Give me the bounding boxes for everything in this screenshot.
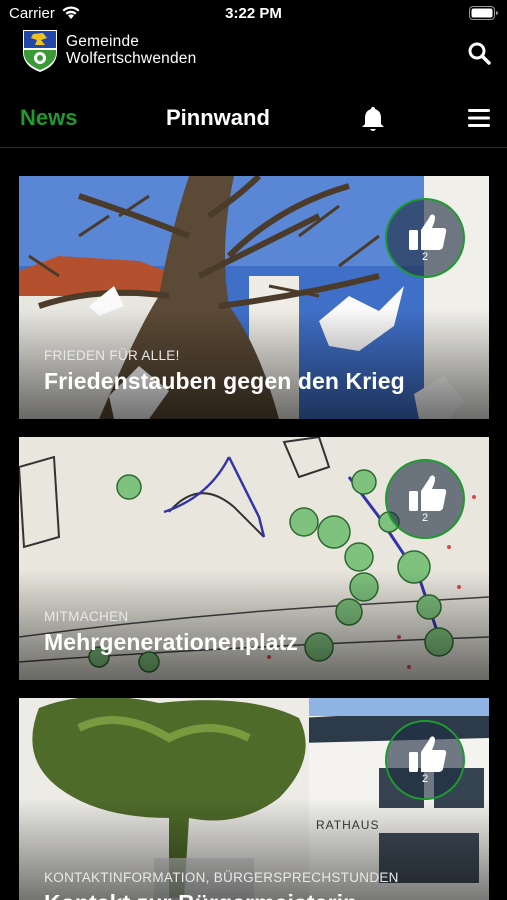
thumbs-up-icon: [409, 475, 447, 511]
like-button[interactable]: 2: [385, 720, 465, 800]
card-title: Mehrgenerationenplatz: [44, 629, 298, 655]
thumbs-up-icon: [409, 214, 447, 250]
card-category: MITMACHEN: [44, 609, 129, 624]
news-card[interactable]: 2 RATHAUS KONTAKTINFORMATION, BÜRGERSPRE…: [19, 698, 489, 900]
news-card[interactable]: 2 FRIEDEN FÜR ALLE! Friedenstauben gegen…: [19, 176, 489, 419]
tab-bar: News Pinnwand: [0, 92, 507, 148]
tab-pinnwand[interactable]: Pinnwand: [166, 105, 270, 131]
card-category: KONTAKTINFORMATION, BÜRGERSPRECHSTUNDEN: [44, 870, 399, 885]
municipality-label: Gemeinde: [66, 33, 140, 50]
thumbs-up-icon: [409, 736, 447, 772]
municipality-name: Wolfertschwenden: [66, 50, 197, 67]
card-shade: [19, 309, 489, 419]
like-count: 2: [421, 512, 429, 524]
tab-news[interactable]: News: [20, 105, 77, 131]
like-count: 2: [421, 773, 429, 785]
news-card[interactable]: 2 MITMACHEN Mehrgenerationenplatz: [19, 437, 489, 680]
like-count: 2: [421, 251, 429, 263]
menu-icon[interactable]: [468, 108, 490, 128]
search-icon[interactable]: [467, 41, 491, 65]
building-sign: RATHAUS: [316, 818, 380, 832]
card-title: Friedenstauben gegen den Krieg: [44, 368, 405, 394]
like-button[interactable]: 2: [385, 198, 465, 278]
card-shade: [19, 570, 489, 680]
battery-icon: [469, 6, 498, 20]
status-bar: Carrier 3:22 PM: [0, 0, 507, 26]
card-category: FRIEDEN FÜR ALLE!: [44, 348, 180, 363]
app-header: Gemeinde Wolfertschwenden: [0, 26, 507, 74]
card-title: Kontakt zur Bürgermeisterin: [44, 890, 357, 900]
coat-of-arms-logo[interactable]: [21, 28, 59, 73]
like-button[interactable]: 2: [385, 459, 465, 539]
clock: 3:22 PM: [225, 5, 282, 22]
bell-icon[interactable]: [360, 105, 386, 133]
